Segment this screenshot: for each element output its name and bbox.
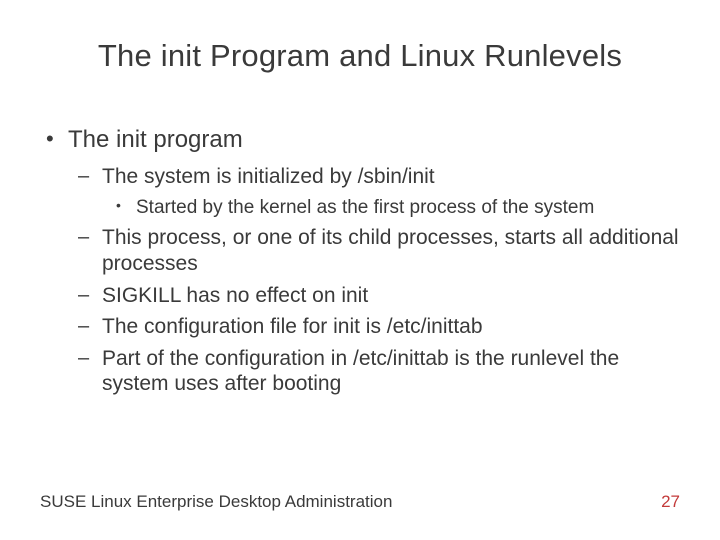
page-number: 27 [661,492,680,512]
bullet-text: This process, or one of its child proces… [102,226,679,275]
footer-text: SUSE Linux Enterprise Desktop Administra… [40,492,392,512]
bullet-text: The configuration file for init is /etc/… [102,315,483,338]
bullet-lvl3: Started by the kernel as the first proce… [102,196,680,220]
bullet-lvl2: This process, or one of its child proces… [68,225,680,276]
bullet-lvl2: The configuration file for init is /etc/… [68,314,680,340]
bullet-list: The init program The system is initializ… [40,126,680,397]
bullet-text: The system is initialized by /sbin/init [102,165,435,188]
slide: The init Program and Linux Runlevels The… [0,0,720,540]
bullet-text: SIGKILL has no effect on init [102,284,368,307]
bullet-text: Started by the kernel as the first proce… [136,197,594,218]
bullet-lvl2: The system is initialized by /sbin/init … [68,164,680,219]
bullet-text: The init program [68,126,243,153]
bullet-sublist: The system is initialized by /sbin/init … [68,164,680,397]
bullet-lvl2: Part of the configuration in /etc/initta… [68,346,680,397]
bullet-subsublist: Started by the kernel as the first proce… [102,196,680,220]
slide-footer: SUSE Linux Enterprise Desktop Administra… [40,492,680,512]
bullet-lvl1: The init program The system is initializ… [40,126,680,397]
bullet-text: Part of the configuration in /etc/initta… [102,347,619,396]
slide-title: The init Program and Linux Runlevels [40,38,680,74]
bullet-lvl2: SIGKILL has no effect on init [68,283,680,309]
